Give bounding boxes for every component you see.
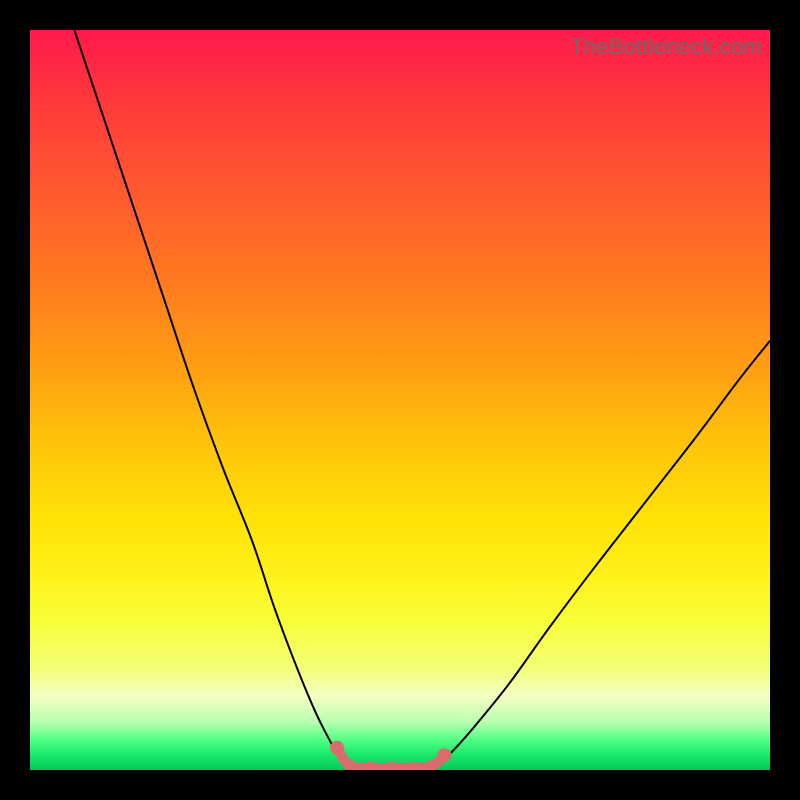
optimal-zone-marker-dots (330, 741, 451, 770)
plot-area: TheBottleneck.com (30, 30, 770, 770)
bottleneck-curve-right (433, 341, 770, 767)
chart-overlay (30, 30, 770, 770)
bottleneck-curve-left (74, 30, 349, 766)
marker-dot (437, 748, 451, 762)
chart-frame: TheBottleneck.com (0, 0, 800, 800)
marker-dot (330, 741, 344, 755)
